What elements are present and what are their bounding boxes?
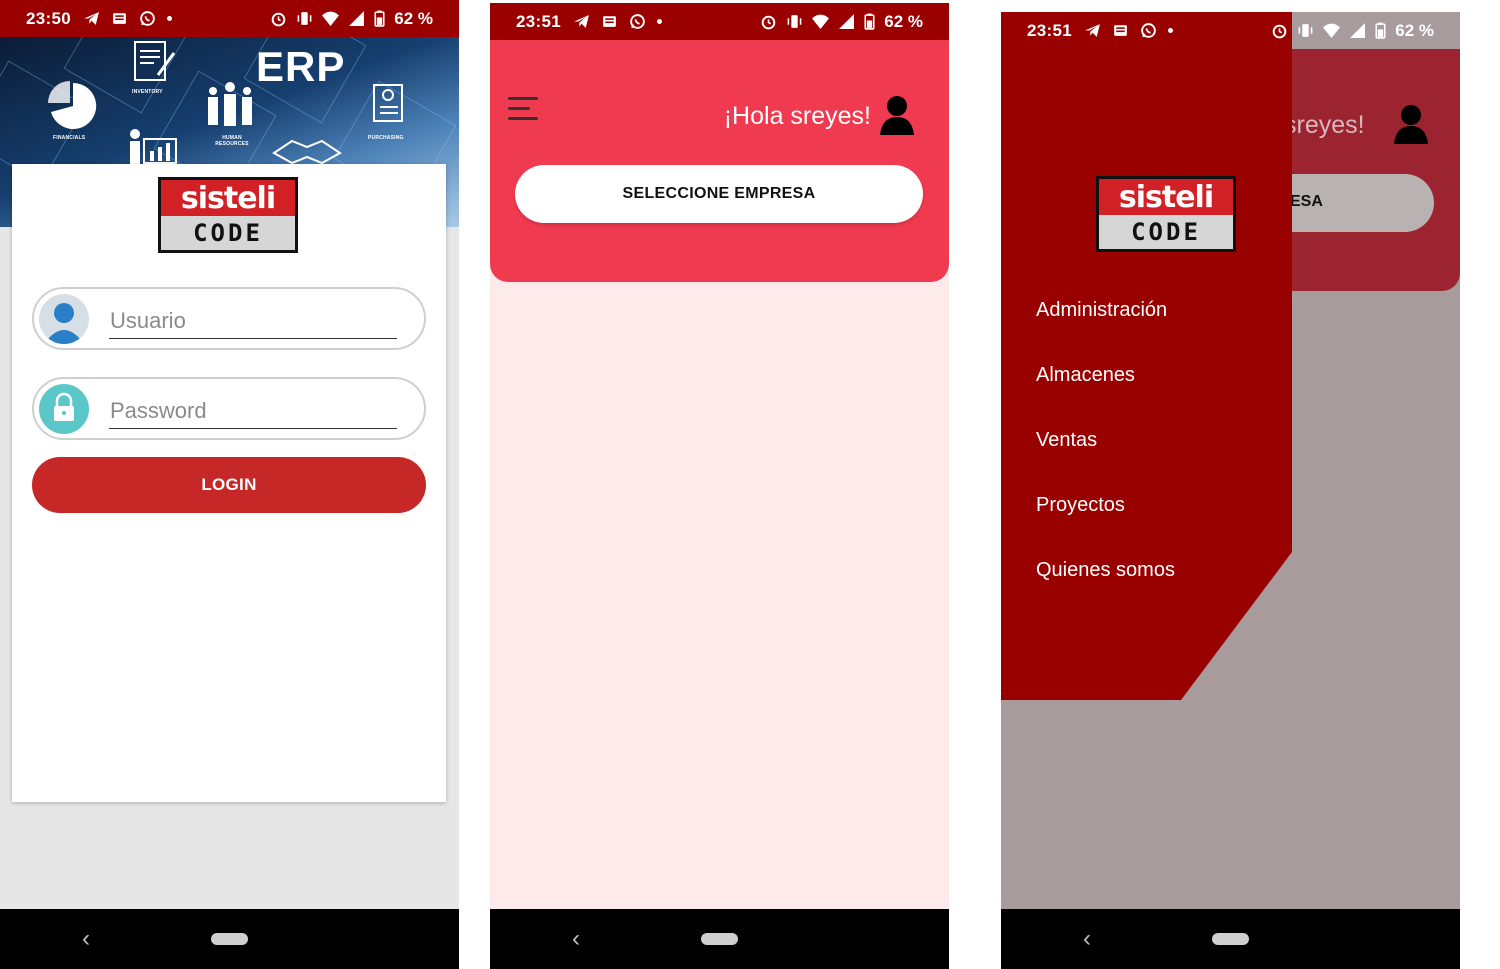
presentation-chart-icon: [130, 129, 177, 167]
whatsapp-icon: [629, 13, 646, 30]
whatsapp-icon: [139, 10, 156, 27]
telegram-icon: [1084, 22, 1101, 39]
navigation-bar: ‹: [1001, 909, 1460, 969]
telegram-icon: [573, 13, 590, 30]
notification-dot-icon: [166, 16, 172, 21]
select-company-button[interactable]: SELECCIONE EMPRESA: [515, 165, 923, 223]
news-icon: [601, 13, 618, 30]
status-bar: 23:51 62 %: [490, 3, 949, 40]
navigation-drawer: sisteli CODE Administración Almacenes Ve…: [1001, 12, 1292, 700]
hamburger-menu-icon[interactable]: [508, 95, 540, 125]
status-bar: 23:51 62 %: [1001, 12, 1460, 49]
home-pill-icon[interactable]: [1212, 933, 1249, 945]
drawer-item-proyectos[interactable]: Proyectos: [1036, 494, 1125, 517]
banner-title: ERP: [256, 43, 346, 90]
alarm-icon: [270, 10, 287, 27]
status-time: 23:51: [516, 11, 561, 31]
status-bar: 23:50 62 %: [0, 0, 459, 37]
alarm-icon: [760, 13, 777, 30]
news-icon: [111, 10, 128, 27]
vibrate-icon: [786, 13, 803, 30]
banner-label-inventory: INVENTORY: [132, 89, 163, 95]
news-icon: [1112, 22, 1129, 39]
people-group-icon: [208, 82, 252, 126]
logo-top-text: sisteli: [1099, 179, 1233, 215]
logo-top-text: sisteli: [161, 180, 295, 216]
greeting-text-partial: sreyes!: [1284, 111, 1365, 139]
wifi-icon: [1323, 22, 1341, 39]
notification-dot-icon: [656, 19, 662, 24]
battery-percent: 62 %: [884, 11, 923, 31]
drawer-screen: sreyes! ESA sisteli CODE Administración …: [1001, 12, 1460, 969]
wifi-icon: [322, 10, 340, 27]
drawer-background: [1001, 12, 1292, 700]
purchase-document-icon: [373, 84, 403, 122]
banner-label-purchasing: PURCHASING: [368, 135, 404, 141]
login-card: sisteli CODE LOGIN: [12, 164, 446, 802]
username-field[interactable]: [32, 287, 426, 350]
battery-icon: [864, 13, 875, 30]
battery-percent: 62 %: [394, 8, 433, 28]
login-screen: 23:50 62 % ERP FINANCIALS INVENTORY HUMA…: [0, 0, 459, 969]
password-field[interactable]: [32, 377, 426, 440]
logo-bottom-text: CODE: [1099, 215, 1233, 249]
drawer-item-ventas[interactable]: Ventas: [1036, 429, 1097, 452]
wifi-icon: [812, 13, 830, 30]
user-profile-icon[interactable]: [879, 95, 915, 135]
username-input[interactable]: [109, 303, 397, 339]
back-icon[interactable]: ‹: [572, 927, 580, 951]
battery-icon: [1375, 22, 1386, 39]
battery-percent: 62 %: [1395, 20, 1434, 40]
back-icon[interactable]: ‹: [82, 927, 90, 951]
drawer-item-almacenes[interactable]: Almacenes: [1036, 364, 1135, 387]
alarm-icon: [1271, 22, 1288, 39]
greeting-text: ¡Hola sreyes!: [723, 102, 871, 130]
select-company-partial-label: ESA: [1290, 193, 1323, 210]
home-screen: 23:51 62 % ¡Hola sreyes! SELECCIONE EMPR…: [490, 3, 949, 969]
signal-icon: [348, 10, 365, 27]
select-company-button-partial: ESA: [1276, 174, 1434, 232]
home-pill-icon[interactable]: [211, 933, 248, 945]
logo-bottom-text: CODE: [161, 216, 295, 250]
home-pill-icon[interactable]: [701, 933, 738, 945]
sisteli-logo: sisteli CODE: [158, 177, 298, 253]
telegram-icon: [83, 10, 100, 27]
banner-label-hr: HUMAN RESOURCES: [215, 135, 249, 147]
navigation-bar: ‹: [490, 909, 949, 969]
lock-icon: [39, 384, 89, 434]
signal-icon: [838, 13, 855, 30]
back-icon[interactable]: ‹: [1083, 927, 1091, 951]
whatsapp-icon: [1140, 22, 1157, 39]
user-avatar-icon: [39, 294, 89, 344]
vibrate-icon: [1297, 22, 1314, 39]
drawer-item-administracion[interactable]: Administración: [1036, 299, 1167, 322]
notification-dot-icon: [1167, 28, 1173, 33]
battery-icon: [374, 10, 385, 27]
navigation-bar: ‹: [0, 909, 459, 969]
login-button[interactable]: LOGIN: [32, 457, 426, 513]
pie-chart-icon: [48, 81, 97, 129]
home-header: ¡Hola sreyes! SELECCIONE EMPRESA: [490, 40, 949, 282]
vibrate-icon: [296, 10, 313, 27]
sisteli-logo: sisteli CODE: [1096, 176, 1236, 252]
password-input[interactable]: [109, 393, 397, 429]
status-time: 23:51: [1027, 20, 1072, 40]
banner-label-financials: FINANCIALS: [53, 135, 86, 141]
drawer-item-quienes-somos[interactable]: Quienes somos: [1036, 559, 1175, 582]
user-profile-icon: [1394, 105, 1428, 144]
status-time: 23:50: [26, 8, 71, 28]
signal-icon: [1349, 22, 1366, 39]
document-edit-icon: [134, 41, 176, 81]
